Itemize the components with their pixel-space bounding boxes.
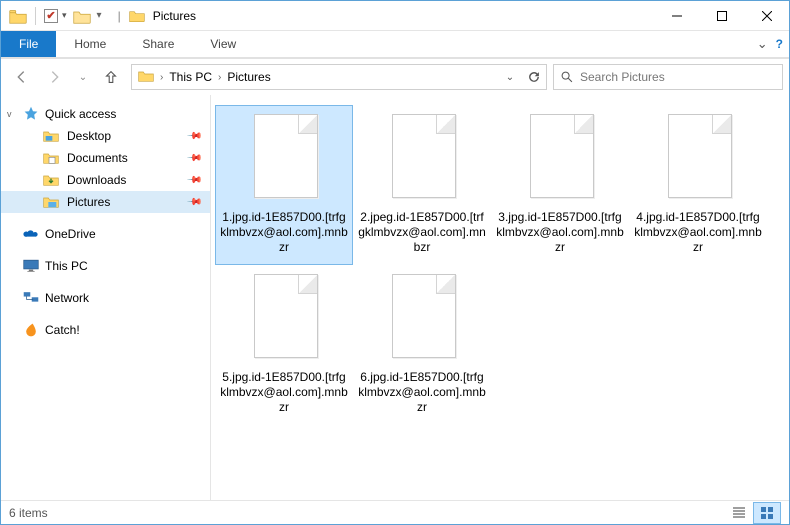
file-icon bbox=[384, 112, 460, 202]
qat-dropdown-icon[interactable]: ▾ bbox=[62, 10, 67, 21]
address-dropdown-button[interactable]: ⌄ bbox=[498, 65, 522, 89]
refresh-button[interactable] bbox=[522, 65, 546, 89]
file-icon bbox=[660, 112, 736, 202]
sidebar-item-documents[interactable]: Documents 📌 bbox=[1, 147, 210, 169]
qat-properties-checkbox[interactable]: ✔ bbox=[44, 9, 58, 23]
sidebar-item-label: Desktop bbox=[67, 129, 111, 143]
close-button[interactable] bbox=[744, 1, 789, 30]
file-item[interactable]: 2.jpeg.id-1E857D00.[trfgklmbvzx@aol.com]… bbox=[353, 105, 491, 265]
cloud-icon bbox=[23, 226, 39, 242]
tab-view[interactable]: View bbox=[192, 31, 254, 57]
sidebar-quick-access[interactable]: v Quick access bbox=[1, 103, 210, 125]
recent-locations-button[interactable]: ⌄ bbox=[75, 63, 91, 91]
window-title-separator: | bbox=[118, 9, 121, 23]
sidebar-this-pc[interactable]: This PC bbox=[1, 255, 210, 277]
sidebar-item-desktop[interactable]: Desktop 📌 bbox=[1, 125, 210, 147]
maximize-button[interactable] bbox=[699, 1, 744, 30]
sidebar-item-label: Documents bbox=[67, 151, 128, 165]
app-folder-icon bbox=[9, 9, 27, 23]
window-controls bbox=[654, 1, 789, 30]
monitor-icon bbox=[23, 258, 39, 274]
file-item[interactable]: 1.jpg.id-1E857D00.[trfgklmbvzx@aol.com].… bbox=[215, 105, 353, 265]
back-button[interactable] bbox=[7, 63, 35, 91]
chevron-right-icon[interactable]: › bbox=[158, 72, 165, 83]
minimize-button[interactable] bbox=[654, 1, 699, 30]
file-icon bbox=[522, 112, 598, 202]
file-label: 4.jpg.id-1E857D00.[trfgklmbvzx@aol.com].… bbox=[632, 210, 764, 255]
forward-button[interactable] bbox=[41, 63, 69, 91]
tab-share[interactable]: Share bbox=[124, 31, 192, 57]
file-item[interactable]: 5.jpg.id-1E857D00.[trfgklmbvzx@aol.com].… bbox=[215, 265, 353, 425]
content-area: v Quick access Desktop 📌 Documents 📌 Dow… bbox=[1, 95, 789, 500]
file-label: 5.jpg.id-1E857D00.[trfgklmbvzx@aol.com].… bbox=[218, 370, 350, 415]
file-label: 2.jpeg.id-1E857D00.[trfgklmbvzx@aol.com]… bbox=[356, 210, 488, 255]
navigation-row: ⌄ › This PC › Pictures ⌄ Search Pictures bbox=[1, 59, 789, 95]
location-folder-icon bbox=[129, 9, 145, 23]
file-label: 6.jpg.id-1E857D00.[trfgklmbvzx@aol.com].… bbox=[356, 370, 488, 415]
file-icon bbox=[246, 112, 322, 202]
network-icon bbox=[23, 290, 39, 306]
search-placeholder: Search Pictures bbox=[580, 70, 665, 84]
title-block: | Pictures bbox=[118, 9, 196, 23]
sidebar-catch[interactable]: Catch! bbox=[1, 319, 210, 341]
crumb-pictures[interactable]: Pictures bbox=[227, 70, 270, 84]
breadcrumb[interactable]: Pictures bbox=[227, 70, 270, 84]
status-text: 6 items bbox=[9, 506, 48, 520]
qat-newfolder-icon[interactable] bbox=[73, 9, 91, 23]
folder-icon bbox=[43, 172, 59, 188]
sidebar-onedrive[interactable]: OneDrive bbox=[1, 223, 210, 245]
address-bar[interactable]: › This PC › Pictures ⌄ bbox=[131, 64, 547, 90]
sidebar-item-label: Network bbox=[45, 291, 89, 305]
search-icon bbox=[560, 70, 574, 84]
up-button[interactable] bbox=[97, 63, 125, 91]
breadcrumb[interactable]: This PC bbox=[169, 70, 212, 84]
folder-icon bbox=[43, 128, 59, 144]
pin-icon: 📌 bbox=[185, 172, 202, 189]
status-bar: 6 items bbox=[1, 500, 789, 524]
sidebar-item-downloads[interactable]: Downloads 📌 bbox=[1, 169, 210, 191]
file-icon bbox=[384, 272, 460, 362]
file-item[interactable]: 6.jpg.id-1E857D00.[trfgklmbvzx@aol.com].… bbox=[353, 265, 491, 425]
sidebar-item-label: Catch! bbox=[45, 323, 80, 337]
files-pane[interactable]: 1.jpg.id-1E857D00.[trfgklmbvzx@aol.com].… bbox=[211, 95, 789, 500]
address-folder-icon bbox=[138, 69, 154, 86]
sidebar-item-label: OneDrive bbox=[45, 227, 96, 241]
file-item[interactable]: 4.jpg.id-1E857D00.[trfgklmbvzx@aol.com].… bbox=[629, 105, 767, 265]
file-tab[interactable]: File bbox=[1, 31, 56, 57]
catch-icon bbox=[23, 322, 39, 338]
pin-icon: 📌 bbox=[185, 194, 202, 211]
ribbon: File Home Share View ⌄ ? bbox=[1, 31, 789, 57]
crumb-this-pc[interactable]: This PC bbox=[169, 70, 212, 84]
tab-home[interactable]: Home bbox=[56, 31, 124, 57]
file-item[interactable]: 3.jpg.id-1E857D00.[trfgklmbvzx@aol.com].… bbox=[491, 105, 629, 265]
file-icon bbox=[246, 272, 322, 362]
ribbon-expand-icon[interactable]: ⌄ bbox=[757, 36, 768, 52]
folder-icon bbox=[43, 150, 59, 166]
folder-icon bbox=[43, 194, 59, 210]
chevron-right-icon[interactable]: › bbox=[216, 72, 223, 83]
sidebar-item-label: Downloads bbox=[67, 173, 126, 187]
window-title: Pictures bbox=[153, 9, 196, 23]
sidebar-item-label: Pictures bbox=[67, 195, 110, 209]
ribbon-help-icon[interactable]: ? bbox=[776, 37, 783, 51]
search-input[interactable]: Search Pictures bbox=[553, 64, 783, 90]
file-label: 1.jpg.id-1E857D00.[trfgklmbvzx@aol.com].… bbox=[218, 210, 350, 255]
view-details-button[interactable] bbox=[725, 502, 753, 524]
navigation-pane: v Quick access Desktop 📌 Documents 📌 Dow… bbox=[1, 95, 211, 500]
pin-icon: 📌 bbox=[185, 150, 202, 167]
quick-access-toolbar: ✔ ▾ ▾ bbox=[1, 7, 102, 25]
sidebar-network[interactable]: Network bbox=[1, 287, 210, 309]
title-bar: ✔ ▾ ▾ | Pictures bbox=[1, 1, 789, 31]
star-icon bbox=[23, 106, 39, 122]
file-label: 3.jpg.id-1E857D00.[trfgklmbvzx@aol.com].… bbox=[494, 210, 626, 255]
pin-icon: 📌 bbox=[185, 128, 202, 145]
sidebar-item-label: This PC bbox=[45, 259, 88, 273]
view-large-icons-button[interactable] bbox=[753, 502, 781, 524]
chevron-down-icon[interactable]: v bbox=[7, 109, 12, 119]
sidebar-item-pictures[interactable]: Pictures 📌 bbox=[1, 191, 210, 213]
qat-overflow-icon[interactable]: ▾ bbox=[97, 10, 102, 21]
sidebar-item-label: Quick access bbox=[45, 107, 116, 121]
qat-separator bbox=[35, 7, 36, 25]
